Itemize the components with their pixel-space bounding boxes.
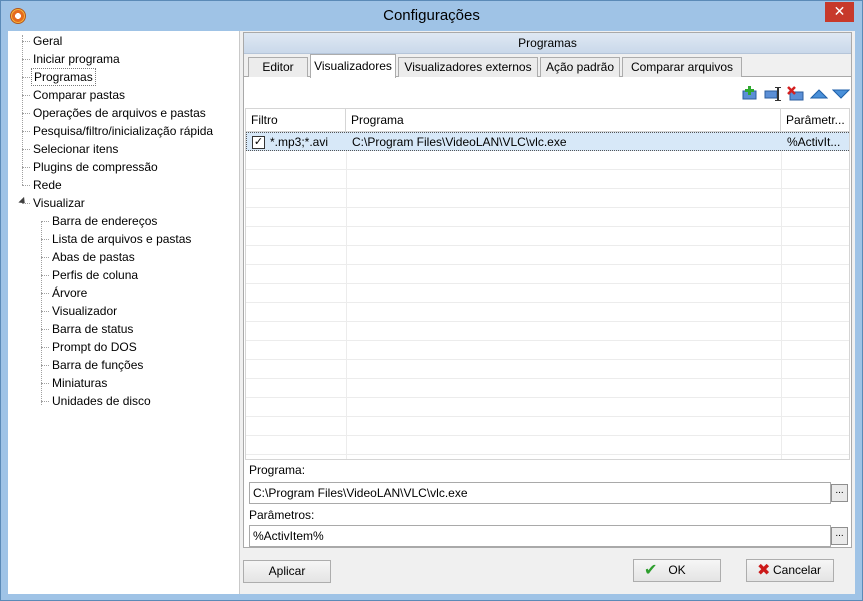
cancel-button[interactable]: ✖ Cancelar [746, 559, 834, 582]
tree-item-compare-folders[interactable]: Comparar pastas [31, 86, 127, 104]
params-label: Parâmetros: [249, 508, 315, 522]
table-row [246, 227, 849, 246]
cross-icon: ✖ [757, 562, 771, 579]
move-up-icon[interactable] [810, 86, 828, 102]
apply-button[interactable]: Aplicar [243, 560, 331, 583]
table-row [246, 151, 849, 170]
tree-item-status-bar[interactable]: Barra de status [50, 320, 135, 338]
dialog-body: Geral Iniciar programa Programas Comparar p… [8, 31, 855, 594]
close-icon: ✕ [833, 3, 846, 19]
tab-compare-files[interactable]: Comparar arquivos [622, 57, 742, 77]
tree-item-network[interactable]: Rede [31, 176, 64, 194]
tree-item-compression-plugins[interactable]: Plugins de compressão [31, 158, 160, 176]
tree-item-view[interactable]: Visualizar [31, 194, 87, 212]
viewer-toolbar [244, 78, 851, 106]
tree-item-folder-tabs[interactable]: Abas de pastas [50, 248, 137, 266]
checkmark-icon: ✔ [644, 562, 658, 579]
table-row [246, 341, 849, 360]
tree-item-select-items[interactable]: Selecionar itens [31, 140, 120, 158]
row-checkbox[interactable]: ✓ [252, 136, 265, 149]
tree-item-programs[interactable]: Programas [31, 68, 96, 86]
tree-item-function-bar[interactable]: Barra de funções [50, 356, 145, 374]
settings-tree: Geral Iniciar programa Programas Comparar p… [8, 31, 240, 594]
tab-viewers[interactable]: Visualizadores [310, 54, 396, 78]
panel-title: Programas [244, 33, 851, 54]
program-input[interactable]: C:\Program Files\VideoLAN\VLC\vlc.exe [249, 482, 831, 504]
tree-item-address-bar[interactable]: Barra de endereços [50, 212, 159, 230]
viewers-table: Filtro Programa Parâmetr... ✓ *.mp3;*.avi… [245, 108, 850, 460]
close-button[interactable]: ✕ [825, 2, 854, 22]
table-row [246, 170, 849, 189]
params-value: %ActivItem% [253, 529, 324, 543]
title-bar[interactable]: Configurações ✕ [1, 1, 862, 31]
settings-panel: Programas Editor Visualizadores Visualiz… [243, 32, 852, 548]
column-header-params[interactable]: Parâmetr... [781, 109, 849, 132]
params-browse-button[interactable]: ... [831, 527, 848, 545]
table-row [246, 417, 849, 436]
tree-item-file-folder-operations[interactable]: Operações de arquivos e pastas [31, 104, 208, 122]
tree-item-tree[interactable]: Árvore [50, 284, 89, 302]
tree-item-column-profiles[interactable]: Perfis de coluna [50, 266, 140, 284]
params-input[interactable]: %ActivItem% [249, 525, 831, 547]
table-row [246, 322, 849, 341]
tree-item-thumbnails[interactable]: Miniaturas [50, 374, 109, 392]
settings-window: Configurações ✕ Geral Iniciar programa Pro… [0, 0, 863, 601]
table-row[interactable]: ✓ *.mp3;*.avi C:\Program Files\VideoLAN\VL… [246, 132, 849, 151]
add-icon[interactable] [741, 86, 759, 102]
table-row [246, 189, 849, 208]
program-value: C:\Program Files\VideoLAN\VLC\vlc.exe [253, 486, 468, 500]
tree-item-viewer[interactable]: Visualizador [50, 302, 119, 320]
tree-item-disk-drives[interactable]: Unidades de disco [50, 392, 153, 410]
column-header-filter[interactable]: Filtro [246, 109, 346, 132]
move-down-icon[interactable] [832, 86, 850, 102]
apply-label: Aplicar [268, 564, 306, 578]
tree-item-file-list[interactable]: Lista de arquivos e pastas [50, 230, 193, 248]
expand-arrow-icon[interactable] [18, 196, 28, 207]
delete-icon[interactable] [787, 86, 805, 102]
ok-button[interactable]: ✔ OK [633, 559, 721, 582]
ok-label: OK [668, 563, 686, 577]
table-row [246, 284, 849, 303]
table-row [246, 303, 849, 322]
program-browse-button[interactable]: ... [831, 484, 848, 502]
cell-program: C:\Program Files\VideoLAN\VLC\vlc.exe [352, 135, 567, 149]
table-row [246, 436, 849, 455]
table-row [246, 246, 849, 265]
edit-icon[interactable] [764, 86, 782, 102]
tree-item-search-filter-quickstart[interactable]: Pesquisa/filtro/inicialização rápida [31, 122, 215, 140]
column-header-program[interactable]: Programa [346, 109, 781, 132]
program-label: Programa: [249, 463, 306, 477]
tab-default-action[interactable]: Ação padrão [540, 57, 620, 77]
tree-item-general[interactable]: Geral [31, 32, 64, 50]
table-row [246, 265, 849, 284]
tab-external-viewers[interactable]: Visualizadores externos [398, 57, 538, 77]
table-row [246, 360, 849, 379]
cell-filter: *.mp3;*.avi [270, 135, 329, 149]
tree-item-start-program[interactable]: Iniciar programa [31, 50, 122, 68]
table-row [246, 208, 849, 227]
window-title: Configurações [383, 7, 480, 24]
table-row [246, 379, 849, 398]
table-header: Filtro Programa Parâmetr... [246, 109, 849, 132]
table-row [246, 398, 849, 417]
cell-params: %ActivIt... [787, 135, 841, 149]
tab-strip: Editor Visualizadores Visualizadores ext… [244, 54, 851, 78]
tab-editor[interactable]: Editor [248, 57, 308, 77]
tree-item-dos-prompt[interactable]: Prompt do DOS [50, 338, 139, 356]
